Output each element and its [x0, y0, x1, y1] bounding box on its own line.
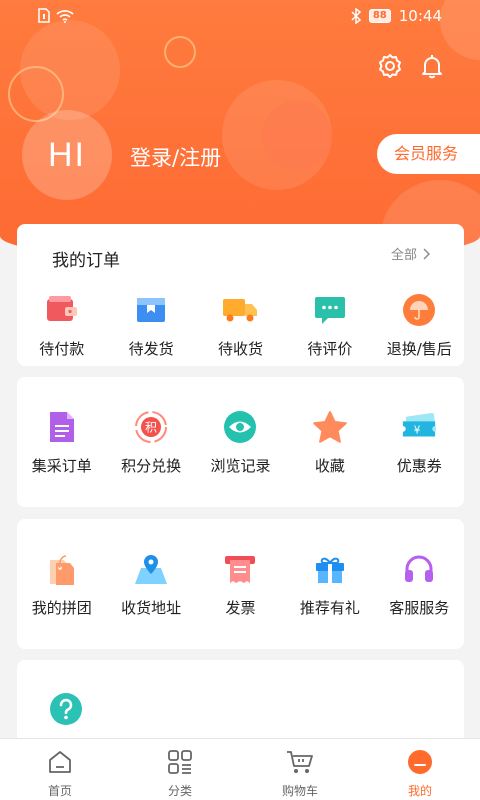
service-delivery-address[interactable]: 收货地址 [106, 551, 195, 618]
bluetooth-icon [351, 8, 361, 24]
eye-icon [222, 409, 258, 445]
service-bulk-purchase-orders[interactable]: 集采订单 [17, 409, 106, 476]
orders-card: 我的订单 全部 待付款 待发货 待收货 待评价 退换/售后 [17, 224, 464, 366]
help-card [17, 660, 464, 750]
wifi-icon [56, 9, 74, 23]
services-grid-2: 我的拼团 收货地址 发票 推荐有礼 客服服务 [17, 551, 464, 618]
service-points-exchange[interactable]: 积 积分兑换 [106, 409, 195, 476]
delivery-truck-icon [222, 292, 258, 328]
comment-bubble-icon [312, 292, 348, 328]
login-register-link[interactable]: 登录/注册 [130, 142, 221, 172]
gift-icon [312, 551, 348, 587]
svg-text:¥: ¥ [414, 425, 421, 437]
order-pending-payment[interactable]: 待付款 [17, 292, 106, 359]
tab-mine[interactable]: 我的 [360, 739, 480, 800]
chevron-right-icon [423, 248, 430, 259]
clock: 10:44 [398, 7, 442, 25]
services-card-1: 集采订单 积 积分兑换 浏览记录 收藏 ¥ 优惠券 [17, 377, 464, 507]
service-coupons[interactable]: ¥ 优惠券 [375, 409, 464, 476]
decor-ring [164, 36, 196, 68]
member-service-button[interactable]: 会员服务 [377, 134, 480, 174]
category-grid-icon [166, 748, 194, 776]
avatar[interactable]: HI [22, 110, 112, 200]
home-icon [46, 748, 74, 776]
notification-bell-icon[interactable] [418, 52, 446, 80]
service-invoice[interactable]: 发票 [196, 551, 285, 618]
points-exchange-icon: 积 [133, 409, 169, 445]
tab-shopping-cart[interactable]: 购物车 [240, 739, 360, 800]
headset-icon [401, 551, 437, 587]
service-my-group-buy[interactable]: 我的拼团 [17, 551, 106, 618]
view-all-orders-link[interactable]: 全部 [391, 244, 430, 263]
document-icon [44, 409, 80, 445]
order-return-after-sale[interactable]: 退换/售后 [375, 292, 464, 359]
decor-bubble [262, 100, 332, 170]
help-question-icon[interactable] [49, 692, 83, 726]
invoice-receipt-icon [222, 551, 258, 587]
svg-text:积: 积 [145, 421, 157, 435]
service-browse-history[interactable]: 浏览记录 [196, 409, 285, 476]
order-pending-review[interactable]: 待评价 [285, 292, 374, 359]
coupon-ticket-icon: ¥ [401, 409, 437, 445]
service-favorites[interactable]: 收藏 [285, 409, 374, 476]
map-location-icon [133, 551, 169, 587]
services-card-2: 我的拼团 收货地址 发票 推荐有礼 客服服务 [17, 519, 464, 649]
user-profile-icon [406, 748, 434, 776]
service-referral-gift[interactable]: 推荐有礼 [285, 551, 374, 618]
services-grid-1: 集采订单 积 积分兑换 浏览记录 收藏 ¥ 优惠券 [17, 409, 464, 476]
star-icon [312, 409, 348, 445]
sim-card-icon [38, 8, 50, 23]
orders-grid: 待付款 待发货 待收货 待评价 退换/售后 [17, 292, 464, 359]
view-all-label: 全部 [390, 248, 417, 263]
order-pending-receipt[interactable]: 待收货 [196, 292, 285, 359]
wallet-icon [44, 292, 80, 328]
settings-gear-icon[interactable] [376, 52, 404, 80]
battery-indicator: 88 [368, 9, 391, 23]
package-box-icon [133, 292, 169, 328]
umbrella-icon [401, 292, 437, 328]
tab-category[interactable]: 分类 [120, 739, 240, 800]
group-tag-icon [44, 551, 80, 587]
status-bar: 88 10:44 [0, 0, 480, 34]
bottom-tab-bar: 首页 分类 购物车 我的 [0, 738, 480, 800]
service-customer-support[interactable]: 客服服务 [375, 551, 464, 618]
order-pending-shipment[interactable]: 待发货 [106, 292, 195, 359]
orders-title: 我的订单 [52, 251, 120, 271]
shopping-cart-icon [286, 748, 314, 776]
tab-home[interactable]: 首页 [0, 739, 120, 800]
